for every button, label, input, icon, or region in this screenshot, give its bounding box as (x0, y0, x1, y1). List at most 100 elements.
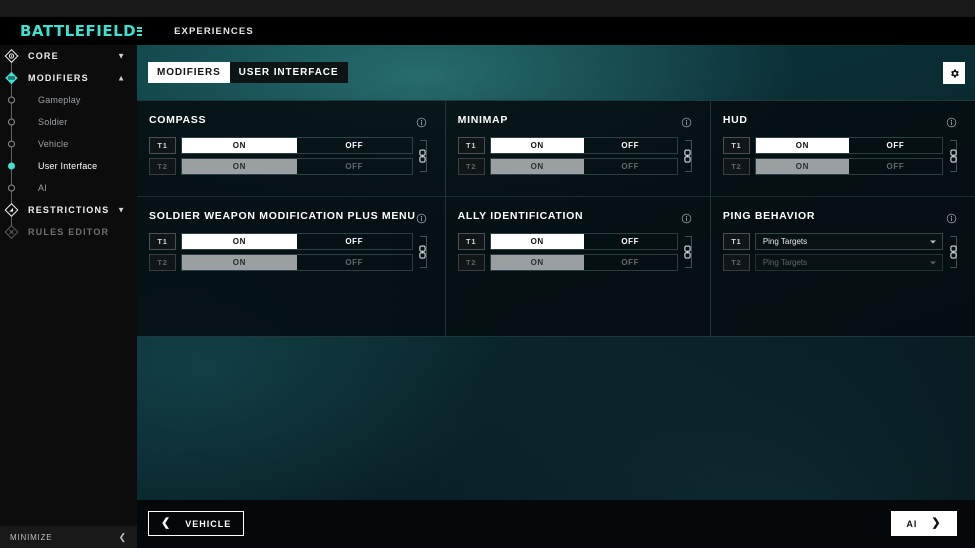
dropdown-ping-behavior-t2[interactable]: Ping Targets (754, 254, 943, 271)
link-icon[interactable] (415, 137, 431, 175)
option-off[interactable]: OFF (584, 159, 677, 174)
team-badge-t1[interactable]: T1 (149, 137, 176, 154)
diamond-core-icon (4, 49, 19, 64)
card-compass: COMPASS T1 ON OFF T2 ON OFF (137, 101, 445, 196)
sidebar-group-label: CORE (28, 51, 59, 61)
option-on[interactable]: ON (755, 159, 849, 174)
card-hud: HUD T1 ON OFF T2 ON OFF (711, 101, 975, 196)
card-rows: T1 ON OFF T2 ON OFF (149, 233, 431, 271)
card-header: COMPASS (149, 114, 431, 127)
option-on[interactable]: ON (755, 138, 849, 153)
sidebar-item-gameplay[interactable]: Gameplay (0, 89, 137, 111)
option-on[interactable]: ON (182, 255, 297, 270)
tab-user-interface[interactable]: USER INTERFACE (229, 62, 348, 83)
toggle-compass-t2[interactable]: ON OFF (181, 158, 413, 175)
tab-modifiers[interactable]: MODIFIERS (148, 62, 230, 83)
card-minimap: MINIMAP T1 ON OFF T2 ON OFF (446, 101, 710, 196)
next-page-label: AI (906, 518, 918, 529)
link-icon[interactable] (680, 137, 696, 175)
toggle-soldier-weapon-modification-plus-menu-t2[interactable]: ON OFF (181, 254, 413, 271)
chevron-down-icon (930, 261, 936, 264)
toggle-soldier-weapon-modification-plus-menu-t1[interactable]: ON OFF (181, 233, 413, 250)
toggle-hud-t2[interactable]: ON OFF (754, 158, 943, 175)
sidebar-item-ai[interactable]: AI (0, 177, 137, 199)
option-off[interactable]: OFF (297, 255, 412, 270)
option-off[interactable]: OFF (849, 138, 942, 153)
sidebar-group-modifiers[interactable]: MODIFIERS ▲ (0, 67, 137, 89)
panel-column-2: MINIMAP T1 ON OFF T2 ON OFF ALLY IDENTIFICATION… (444, 101, 710, 336)
prev-page-button[interactable]: ❮ VEHICLE (148, 511, 245, 536)
info-icon[interactable] (946, 211, 957, 223)
toggle-ally-identification-t2[interactable]: ON OFF (489, 254, 678, 271)
info-icon[interactable] (946, 115, 957, 127)
option-on[interactable]: ON (490, 159, 584, 174)
link-icon[interactable] (680, 233, 696, 271)
toggle-minimap-t1[interactable]: ON OFF (489, 137, 678, 154)
link-icon[interactable] (415, 233, 431, 271)
card-title: PING BEHAVIOR (722, 210, 816, 222)
sidebar-item-soldier[interactable]: Soldier (0, 111, 137, 133)
sidebar-item-vehicle[interactable]: Vehicle (0, 133, 137, 155)
team-badge-t1[interactable]: T1 (722, 233, 750, 250)
option-on[interactable]: ON (490, 255, 584, 270)
link-icon[interactable] (945, 137, 961, 175)
option-off[interactable]: OFF (584, 234, 677, 249)
dropdown-value: Ping Targets (762, 237, 808, 246)
dropdown-ping-behavior-t1[interactable]: Ping Targets (754, 233, 943, 250)
option-off[interactable]: OFF (584, 255, 677, 270)
option-on[interactable]: ON (490, 234, 584, 249)
card-title: HUD (722, 114, 748, 126)
sidebar-group-rules-editor[interactable]: RULES EDITOR (0, 221, 137, 243)
option-off[interactable]: OFF (849, 159, 942, 174)
option-off[interactable]: OFF (297, 159, 412, 174)
chevron-down-icon: ▼ (117, 205, 125, 215)
nav-experiences[interactable]: EXPERIENCES (174, 26, 254, 37)
team-badge-t2[interactable]: T2 (457, 254, 485, 271)
chevron-down-icon: ▼ (117, 51, 125, 61)
option-on[interactable]: ON (182, 159, 297, 174)
option-off[interactable]: OFF (584, 138, 677, 153)
option-on[interactable]: ON (182, 138, 297, 153)
team-badge-t1[interactable]: T1 (722, 137, 750, 154)
link-icon[interactable] (945, 233, 961, 271)
sidebar-group-core[interactable]: CORE ▼ (0, 45, 137, 67)
toggle-hud-t1[interactable]: ON OFF (754, 137, 943, 154)
toggle-compass-t1[interactable]: ON OFF (181, 137, 413, 154)
control-row: T1 Ping Targets (722, 233, 943, 250)
control-row: T2 ON OFF (149, 158, 413, 175)
sidebar-group-restrictions[interactable]: RESTRICTIONS ▼ (0, 199, 137, 221)
sidebar-item-user-interface[interactable]: User Interface (0, 155, 137, 177)
team-badge-t1[interactable]: T1 (457, 137, 485, 154)
option-off[interactable]: OFF (297, 234, 412, 249)
option-on[interactable]: ON (182, 234, 297, 249)
team-badge-t2[interactable]: T2 (457, 158, 485, 175)
card-rows: T1 ON OFF T2 ON OFF (457, 137, 696, 175)
window-title-bar (0, 0, 975, 17)
team-badge-t2[interactable]: T2 (149, 158, 176, 175)
settings-button[interactable] (943, 62, 965, 84)
next-page-button[interactable]: AI ❯ (891, 511, 957, 536)
card-rows: T1 ON OFF T2 ON OFF (457, 233, 696, 271)
team-badge-t1[interactable]: T1 (149, 233, 176, 250)
info-icon[interactable] (416, 115, 427, 127)
info-icon[interactable] (416, 211, 427, 223)
option-off[interactable]: OFF (297, 138, 412, 153)
info-icon[interactable] (681, 211, 692, 223)
minimize-button[interactable]: MINIMIZE ❮ (0, 526, 137, 548)
team-badge-t2[interactable]: T2 (722, 254, 750, 271)
tab-bar: MODIFIERS USER INTERFACE (148, 62, 348, 83)
toggle-minimap-t2[interactable]: ON OFF (489, 158, 678, 175)
control-row: T1 ON OFF (149, 137, 413, 154)
control-row: T1 ON OFF (457, 137, 678, 154)
option-on[interactable]: ON (490, 138, 584, 153)
team-badge-t2[interactable]: T2 (149, 254, 176, 271)
team-badge-t1[interactable]: T1 (457, 233, 485, 250)
chevron-up-icon: ▲ (117, 73, 125, 83)
team-badge-t2[interactable]: T2 (722, 158, 750, 175)
toggle-ally-identification-t1[interactable]: ON OFF (489, 233, 678, 250)
sidebar-item-dot-icon (7, 140, 15, 148)
card-header: PING BEHAVIOR (722, 210, 961, 223)
card-rows: T1 ON OFF T2 ON OFF (149, 137, 431, 175)
info-icon[interactable] (681, 115, 692, 127)
minimize-label: MINIMIZE (10, 532, 53, 542)
